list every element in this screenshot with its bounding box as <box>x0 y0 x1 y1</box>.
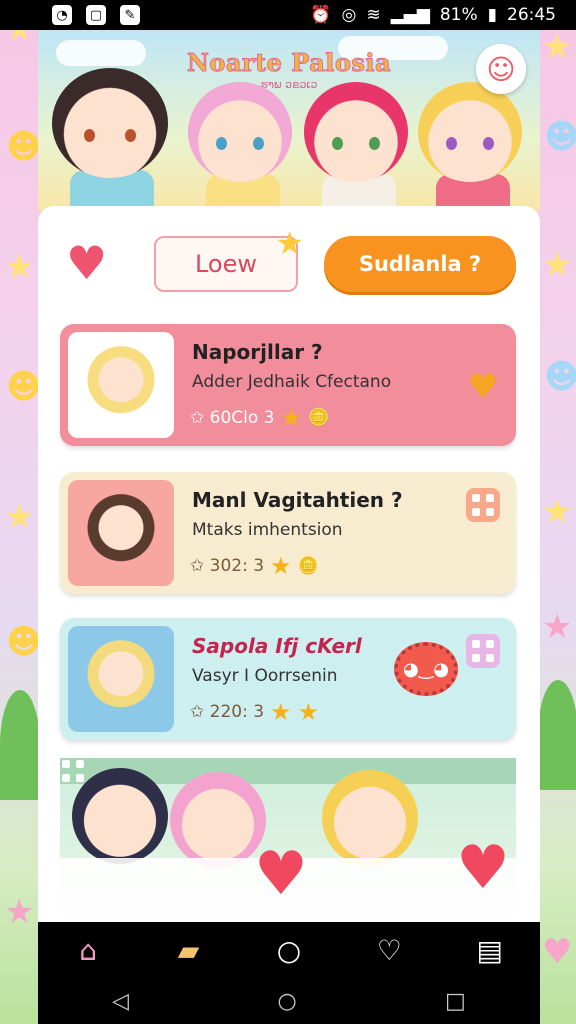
card-meta: ✩ 60Clo 3 ★ 🪙 <box>190 404 329 432</box>
star-decoration: ★ <box>542 492 573 532</box>
battery-icon: ▮ <box>487 5 497 25</box>
orange-pill-button[interactable]: Sudlanla ? <box>324 236 516 292</box>
monster-sticker-icon: ◕‿◕ <box>394 642 458 696</box>
card-meta: ✩ 220: 3 ★ ★ <box>190 698 319 726</box>
star-icon: ★ <box>275 224 304 262</box>
header-banner: Noarte Palosia ຮາພ ວຂວເວ ☺ <box>38 30 540 210</box>
tree-decoration <box>0 690 40 800</box>
timer-icon: ◎ <box>341 5 357 25</box>
character-black-hair <box>72 768 168 864</box>
smiley-cloud-decoration: ☻ <box>6 127 42 167</box>
signal-icon: ▂▄▆ <box>390 5 430 25</box>
profile-avatar-button[interactable]: ☺ <box>476 44 526 94</box>
card-thumbnail <box>68 626 174 732</box>
status-bar: ◔ ▢ ✎ ⏰ ◎ ≋ ▂▄▆ 81% ▮ 26:45 <box>0 0 576 30</box>
clock-app-icon: ◔ <box>52 5 72 25</box>
star-decoration: ★ <box>4 892 35 932</box>
star-icon: ★ <box>270 698 292 726</box>
character-girl-blonde-cat-ears <box>418 82 528 210</box>
card-thumbnail <box>68 480 174 586</box>
system-navigation: ◁ ○ □ <box>38 978 540 1024</box>
card-meta-text: ✩ 302: 3 <box>190 556 265 576</box>
tools-app-icon: ✎ <box>120 5 140 25</box>
tree-decoration <box>538 680 576 790</box>
star-icon: ★ <box>297 698 320 726</box>
character-pink-hair <box>170 772 266 868</box>
card-description: Vasyr I Oorrsenin <box>192 666 338 686</box>
bottom-nav: ⌂ ▰ ○ ♡ ▤ <box>38 922 540 978</box>
list-card[interactable]: Naporjllar ? Adder Jedhaik Cfectano ✩ 60… <box>60 324 516 446</box>
card-meta-text: ✩ 220: 3 <box>190 702 265 722</box>
smiley-cloud-decoration: ☻ <box>6 622 42 662</box>
star-decoration: ★ <box>542 27 573 67</box>
clock-time: 26:45 <box>507 5 556 25</box>
dice-action-icon[interactable] <box>466 634 500 668</box>
coins-icon: 🪙 <box>308 408 330 428</box>
card-meta: ✩ 302: 3 ★ 🪙 <box>190 552 319 580</box>
pill-label: Sudlanla ? <box>358 252 482 276</box>
heart-action-icon[interactable]: ♥ <box>466 367 500 407</box>
like-heart-button[interactable]: ♥ <box>456 838 510 898</box>
search-icon[interactable]: ○ <box>269 930 309 970</box>
character-boy-black-hair <box>52 68 172 210</box>
card-title: Naporjllar ? <box>192 340 323 364</box>
heart-icon[interactable]: ♡ <box>369 930 409 970</box>
heart-decoration: ♥ <box>542 932 573 972</box>
smiley-cloud-decoration: ☻ <box>544 117 576 157</box>
smiley-face-icon: ☺ <box>486 52 516 86</box>
alarm-icon: ⏰ <box>310 5 332 25</box>
star-icon: ★ <box>280 404 303 432</box>
wifi-icon: ≋ <box>366 5 381 25</box>
coins-icon: 🪙 <box>297 556 319 576</box>
recents-icon[interactable]: □ <box>445 989 466 1014</box>
top-actions: ♥ Loew ★ Sudlanla ? <box>38 224 540 294</box>
loew-label: Loew <box>194 250 258 278</box>
star-decoration: ★ <box>542 607 573 647</box>
favorite-heart-button[interactable]: ♥ <box>66 240 107 286</box>
back-icon[interactable]: ◁ <box>112 989 129 1014</box>
star-decoration: ★ <box>542 245 573 285</box>
square-app-icon: ▢ <box>86 5 106 25</box>
dice-action-icon[interactable] <box>466 488 500 522</box>
home-circle-icon[interactable]: ○ <box>277 989 296 1014</box>
list-card[interactable]: Sapola Ifj cKerl Vasyr I Oorrsenin ✩ 220… <box>60 618 516 740</box>
card-thumbnail <box>68 332 174 438</box>
card-description: Adder Jedhaik Cfectano <box>192 372 392 392</box>
character-blonde-hair <box>322 770 418 866</box>
star-decoration: ★ <box>4 497 35 537</box>
smiley-cloud-decoration: ☻ <box>544 357 576 397</box>
character-girl-pink-hair <box>188 82 298 210</box>
smiley-cloud-decoration: ☻ <box>6 367 42 407</box>
stack-icon[interactable]: ▤ <box>470 930 510 970</box>
like-heart-button[interactable]: ♥ <box>254 844 308 904</box>
group-card-area: ♥ ♥ <box>38 758 540 922</box>
loew-button[interactable]: Loew ★ <box>154 224 304 292</box>
card-title: Manl Vagitahtien ? <box>192 488 403 512</box>
card-meta-text: ✩ 60Clo 3 <box>190 408 275 428</box>
card-title: Sapola Ifj cKerl <box>192 634 362 658</box>
star-icon: ★ <box>270 552 292 580</box>
card-description: Mtaks imhentsion <box>192 520 343 540</box>
home-icon[interactable]: ⌂ <box>68 930 108 970</box>
cards-icon[interactable]: ▰ <box>169 930 209 970</box>
battery-percent: 81% <box>439 5 478 25</box>
main-panel: ♥ Loew ★ Sudlanla ? Naporjllar ? Adder J… <box>38 206 540 922</box>
list-card[interactable]: Manl Vagitahtien ? Mtaks imhentsion ✩ 30… <box>60 472 516 594</box>
star-decoration: ★ <box>4 247 35 287</box>
character-girl-red-hair <box>304 82 414 210</box>
